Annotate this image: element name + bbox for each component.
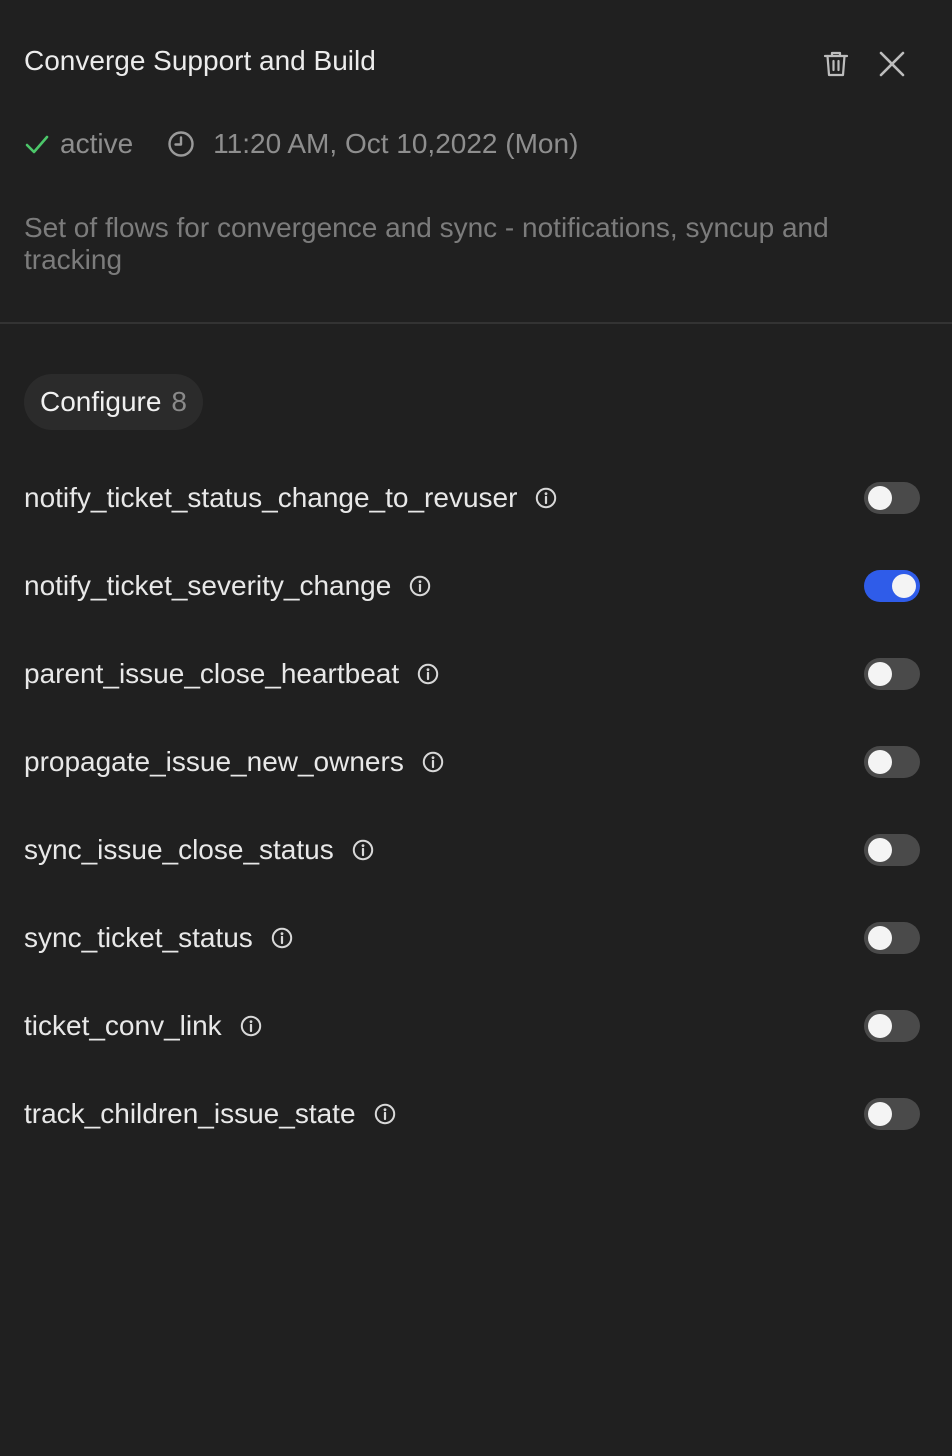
flow-toggle[interactable] bbox=[864, 834, 920, 866]
toggle-knob bbox=[868, 838, 892, 862]
flow-row: notify_ticket_status_change_to_revuser bbox=[24, 478, 920, 518]
flow-toggle[interactable] bbox=[864, 922, 920, 954]
delete-button[interactable] bbox=[816, 44, 856, 84]
flow-name: ticket_conv_link bbox=[24, 1010, 222, 1041]
flow-row: ticket_conv_link bbox=[24, 1006, 920, 1046]
info-icon[interactable] bbox=[535, 487, 557, 509]
meta-row: active 11:20 AM, Oct 10,2022 (Mon) bbox=[24, 124, 578, 164]
configure-count: 8 bbox=[171, 386, 187, 417]
info-icon[interactable] bbox=[240, 1015, 262, 1037]
flow-toggle[interactable] bbox=[864, 482, 920, 514]
check-icon bbox=[25, 135, 49, 154]
flow-toggle[interactable] bbox=[864, 1098, 920, 1130]
panel-title: Converge Support and Build bbox=[24, 45, 376, 76]
flow-row: propagate_issue_new_owners bbox=[24, 742, 920, 782]
info-icon[interactable] bbox=[417, 663, 439, 685]
info-icon[interactable] bbox=[271, 927, 293, 949]
flow-name: notify_ticket_severity_change bbox=[24, 570, 392, 601]
flow-name: parent_issue_close_heartbeat bbox=[24, 658, 400, 689]
toggle-knob bbox=[868, 750, 892, 774]
configure-label: Configure bbox=[40, 386, 162, 417]
flow-row: track_children_issue_state bbox=[24, 1094, 920, 1134]
flow-row: sync_issue_close_status bbox=[24, 830, 920, 870]
toggle-knob bbox=[868, 1014, 892, 1038]
configure-tab[interactable]: Configure 8 bbox=[24, 374, 203, 430]
clock-icon bbox=[168, 131, 194, 157]
close-button[interactable] bbox=[872, 44, 912, 84]
toggle-knob bbox=[892, 574, 916, 598]
flow-row: notify_ticket_severity_change bbox=[24, 566, 920, 606]
flow-toggle[interactable] bbox=[864, 570, 920, 602]
timestamp: 11:20 AM, Oct 10,2022 (Mon) bbox=[213, 128, 579, 159]
panel-description: Set of flows for convergence and sync - … bbox=[24, 212, 829, 275]
toggle-knob bbox=[868, 1102, 892, 1126]
close-icon bbox=[879, 51, 905, 77]
info-icon[interactable] bbox=[374, 1103, 396, 1125]
toggle-knob bbox=[868, 486, 892, 510]
trash-icon bbox=[823, 51, 849, 77]
panel-header: Converge Support and Build active 11:20 … bbox=[0, 0, 952, 324]
flow-name: notify_ticket_status_change_to_revuser bbox=[24, 482, 518, 513]
flow-toggle[interactable] bbox=[864, 1010, 920, 1042]
flow-row: sync_ticket_status bbox=[24, 918, 920, 958]
flow-toggle[interactable] bbox=[864, 746, 920, 778]
flow-name: sync_issue_close_status bbox=[24, 834, 334, 865]
flow-row: parent_issue_close_heartbeat bbox=[24, 654, 920, 694]
flow-toggle[interactable] bbox=[864, 658, 920, 690]
status-label: active bbox=[60, 128, 134, 159]
info-icon[interactable] bbox=[409, 575, 431, 597]
info-icon[interactable] bbox=[422, 751, 444, 773]
info-icon[interactable] bbox=[352, 839, 374, 861]
flow-name: track_children_issue_state bbox=[24, 1098, 356, 1129]
flow-name: sync_ticket_status bbox=[24, 922, 253, 953]
toggle-knob bbox=[868, 662, 892, 686]
toggle-knob bbox=[868, 926, 892, 950]
flow-name: propagate_issue_new_owners bbox=[24, 746, 404, 777]
